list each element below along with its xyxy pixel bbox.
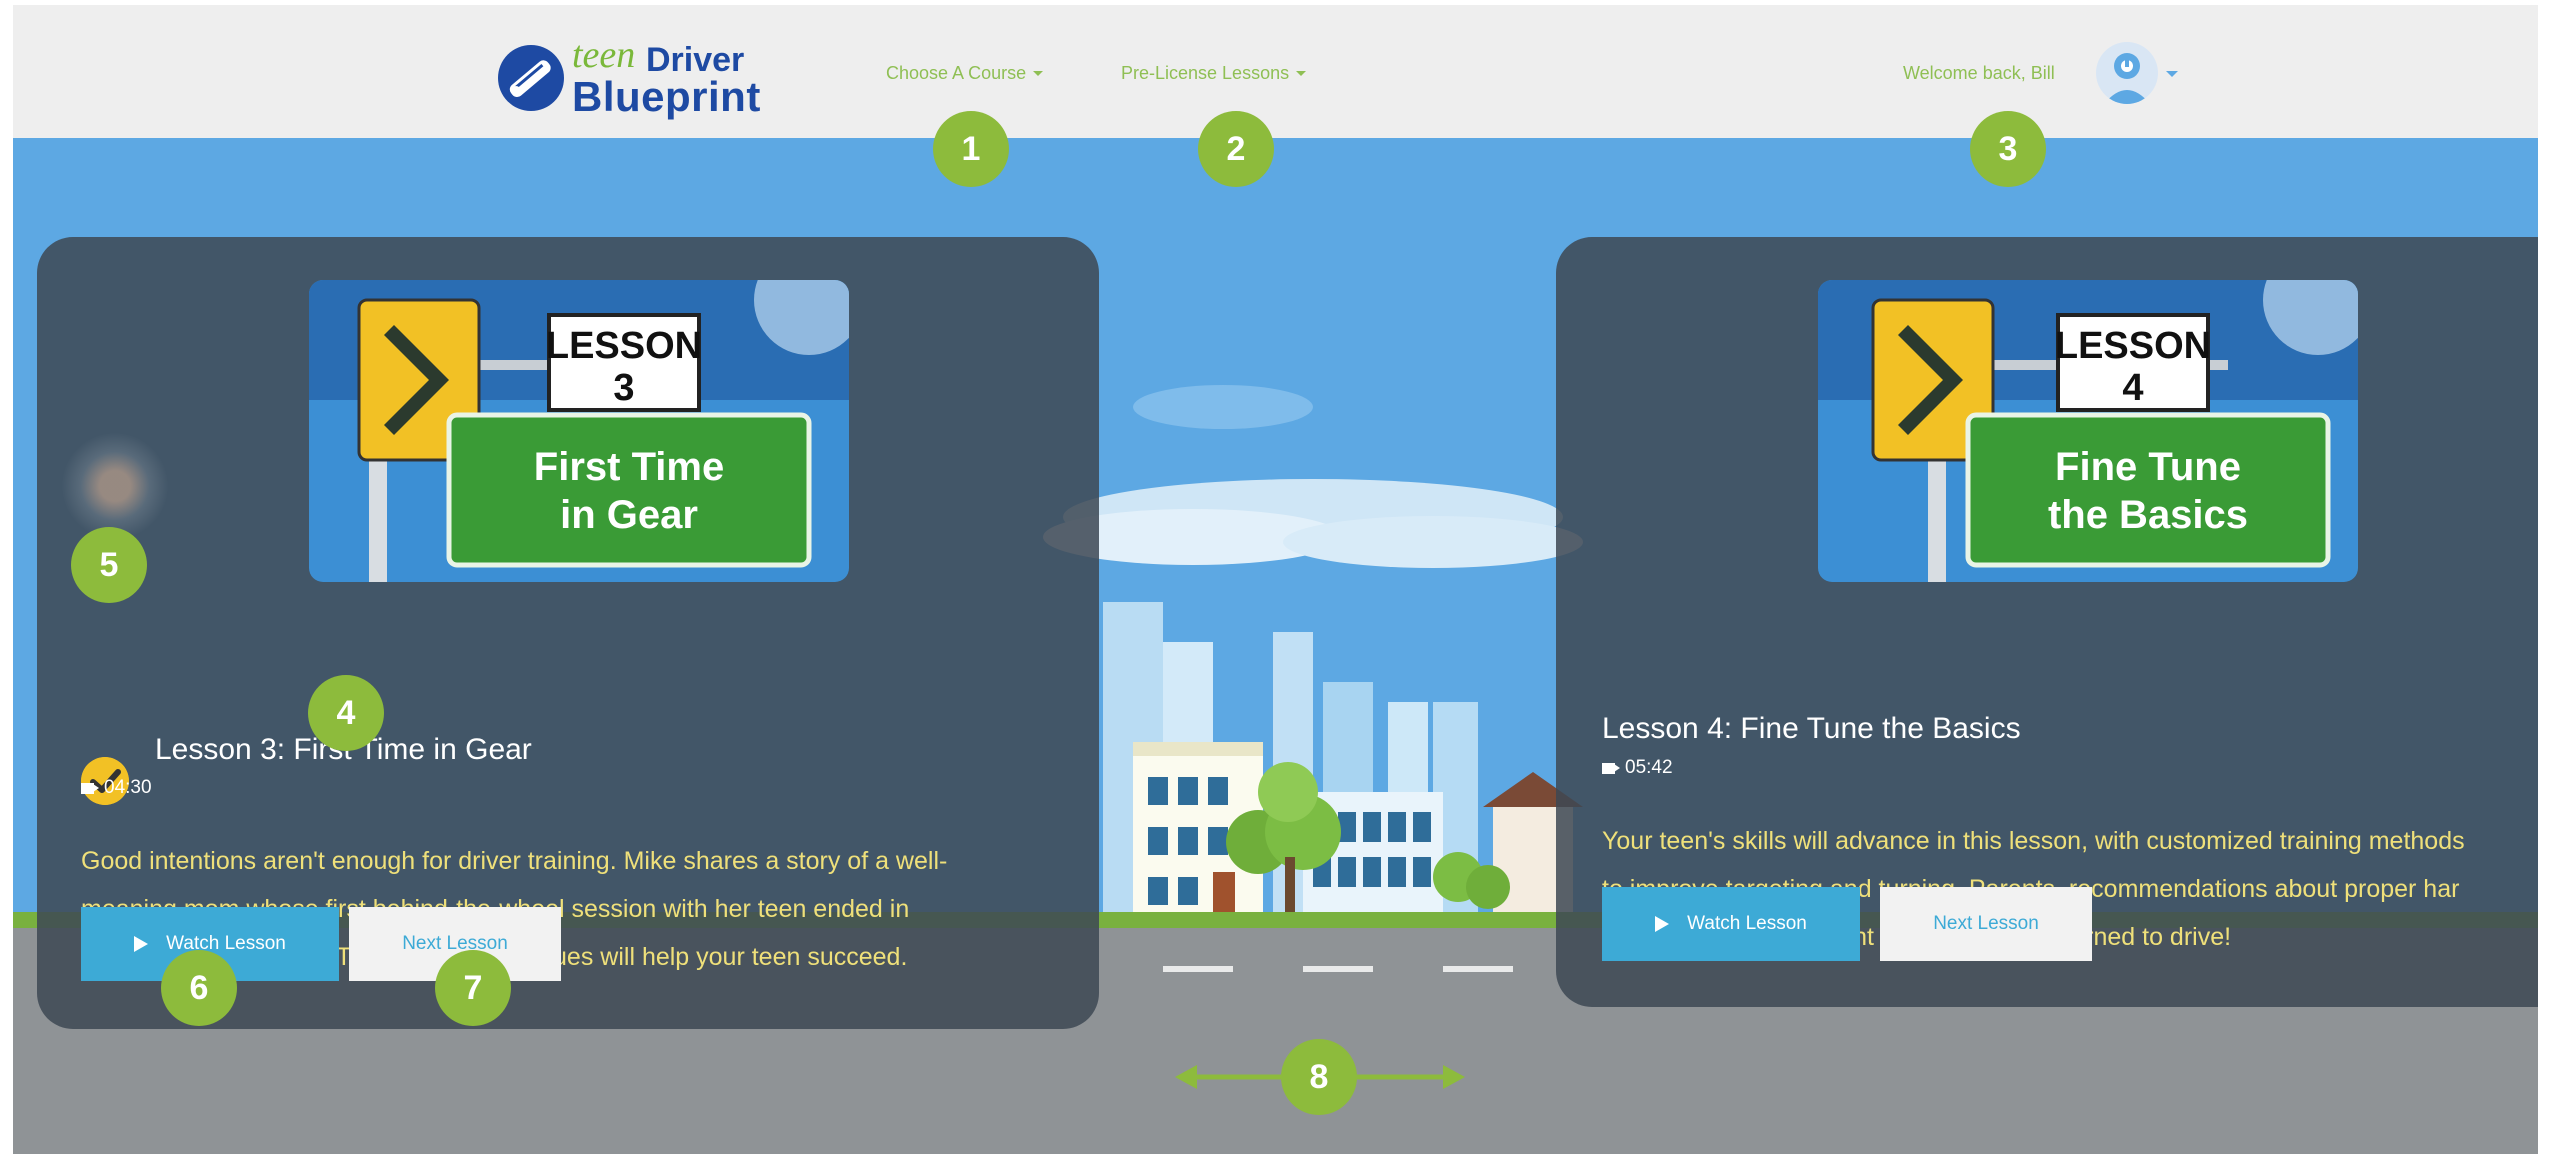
nav-choose-a-course-label: Choose A Course (886, 63, 1027, 83)
lesson-4-watch-label: Watch Lesson (1687, 913, 1807, 934)
lesson-3-thumb-number: 3 (613, 367, 634, 409)
lesson-3-description-line: Good intentions aren't enough for driver… (81, 847, 948, 875)
lesson-4-thumb-lesson-word: LESSON (2055, 325, 2211, 367)
lesson-4-next-button[interactable]: Next Lesson (1880, 887, 2092, 961)
user-avatar-icon (2096, 42, 2158, 104)
annotation-marker-4: 4 (308, 675, 384, 751)
annotation-marker-3: 3 (1970, 111, 2046, 187)
chevron-down-icon (1296, 71, 1307, 76)
lesson-card-4: LESSON 4 Fine Tune the Basics Lesson 4: … (1556, 237, 2538, 1007)
play-icon (134, 936, 149, 952)
annotation-marker-8: 8 (1281, 1039, 1357, 1115)
lesson-3-thumbnail[interactable]: LESSON 3 First Time in Gear (309, 280, 849, 582)
lesson-4-thumb-line1: Fine Tune (2055, 445, 2241, 489)
nav-pre-license-lessons-label: Pre-License Lessons (1121, 63, 1290, 83)
lesson-3-duration: 04:30 (81, 777, 152, 799)
lesson-3-thumb-line2: in Gear (560, 493, 698, 537)
top-navbar: teen Driver Blueprint Choose A Course Pr… (13, 5, 2538, 142)
lesson-4-title[interactable]: Lesson 4: Fine Tune the Basics (1602, 712, 2021, 746)
lesson-carousel[interactable]: LESSON 3 First Time in Gear Lesson 3: Fi… (13, 142, 2538, 1154)
lesson-4-next-label: Next Lesson (1933, 913, 2039, 934)
lesson-3-duration-value: 04:30 (104, 777, 152, 798)
lesson-3-next-label: Next Lesson (402, 933, 508, 954)
video-camera-icon (1602, 762, 1615, 774)
app-frame: teen Driver Blueprint Choose A Course Pr… (13, 5, 2538, 1154)
logo-teen-text: teen (572, 34, 636, 76)
annotation-marker-6: 6 (161, 950, 237, 1026)
annotation-marker-5: 5 (71, 527, 147, 603)
logo-blueprint-text: Blueprint (572, 73, 761, 120)
welcome-message: Welcome back, Bill (1903, 63, 2055, 83)
lesson-3-thumb-line1: First Time (534, 445, 724, 489)
video-camera-icon (81, 782, 94, 794)
lesson-3-thumb-lesson-word: LESSON (546, 325, 702, 367)
nav-pre-license-lessons[interactable]: Pre-License Lessons (1121, 63, 1307, 84)
nav-choose-a-course[interactable]: Choose A Course (886, 63, 1044, 84)
logo-emblem-icon (498, 45, 564, 111)
user-menu-chevron-icon[interactable] (2166, 71, 2178, 77)
lesson-card-3: LESSON 3 First Time in Gear Lesson 3: Fi… (37, 237, 1099, 1029)
chevron-down-icon (1033, 71, 1044, 76)
user-avatar[interactable] (2096, 42, 2158, 104)
lesson-4-description-line: Your teen's skills will advance in this … (1602, 827, 2465, 855)
annotation-marker-7: 7 (435, 950, 511, 1026)
lesson-4-thumb-line2: the Basics (2048, 493, 2248, 537)
play-icon (1655, 916, 1670, 932)
carousel-glow (61, 432, 169, 540)
lesson-4-duration: 05:42 (1602, 757, 1673, 779)
lesson-4-watch-button[interactable]: Watch Lesson (1602, 887, 1860, 961)
lesson-4-duration-value: 05:42 (1625, 757, 1673, 778)
teen-driver-blueprint-logo[interactable]: teen Driver Blueprint (498, 33, 760, 123)
lesson-4-thumbnail[interactable]: LESSON 4 Fine Tune the Basics (1818, 280, 2358, 582)
annotation-marker-2: 2 (1198, 111, 1274, 187)
annotation-marker-1: 1 (933, 111, 1009, 187)
lesson-4-thumb-number: 4 (2122, 367, 2143, 409)
